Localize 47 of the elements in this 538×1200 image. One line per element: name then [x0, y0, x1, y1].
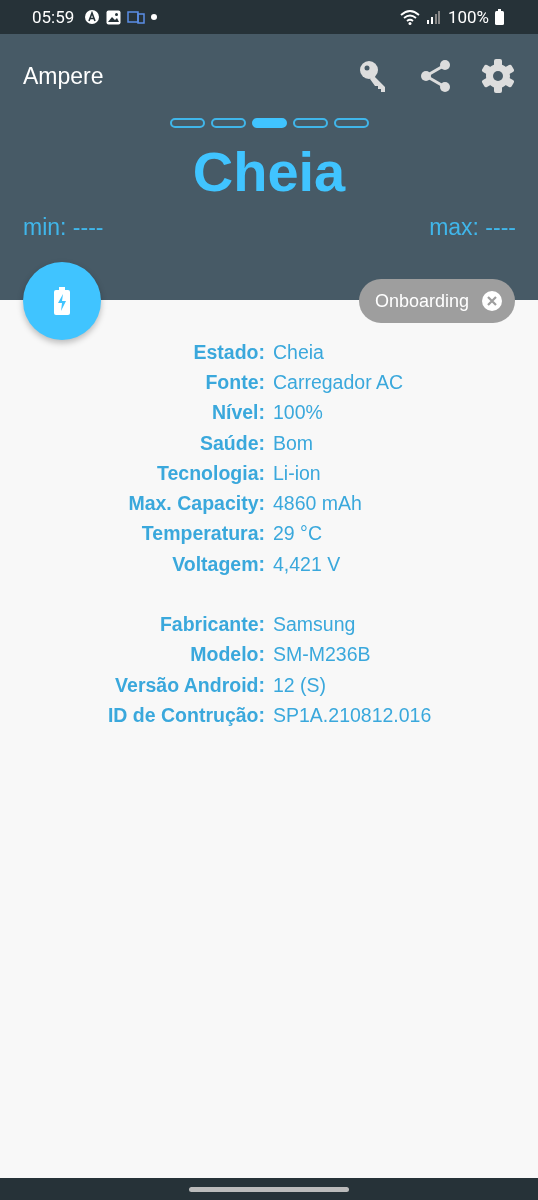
battery-status: Cheia [191, 139, 347, 205]
info-label: Tecnologia: [156, 461, 265, 485]
page-indicator[interactable] [169, 118, 205, 128]
info-label: Versão Android: [114, 673, 265, 697]
dot-icon [151, 14, 158, 20]
notification-icon [84, 9, 101, 25]
info-label: Fonte: [204, 370, 265, 394]
info-label: Max. Capacity: [127, 492, 265, 516]
info-label: Modelo: [189, 643, 265, 667]
status-time: 05:59 [32, 7, 75, 27]
info-label: Saúde: [199, 431, 265, 455]
info-value: Bom [273, 431, 315, 455]
info-value: Cheia [273, 340, 325, 364]
info-value: Carregador AC [273, 370, 405, 394]
info-value: 100% [273, 401, 324, 425]
info-value: 12 (S) [273, 673, 328, 697]
info-value: Li-ion [273, 461, 322, 485]
battery-icon [495, 9, 504, 25]
image-icon [106, 9, 122, 25]
app-title: Ampere [23, 62, 104, 90]
info-value: 4,421 V [273, 552, 342, 576]
info-value: 4860 mAh [273, 492, 363, 516]
home-handle[interactable] [189, 1186, 349, 1192]
onboarding-chip[interactable]: Onboarding [358, 279, 515, 323]
signal-icon [425, 10, 440, 24]
page-indicator[interactable] [210, 118, 246, 128]
close-icon[interactable] [481, 290, 503, 312]
battery-percent: 100% [447, 7, 489, 27]
charging-battery-icon [53, 287, 71, 315]
info-value: 29 °C [273, 522, 323, 546]
wifi-icon [399, 9, 420, 25]
page-indicator[interactable] [251, 118, 287, 128]
info-label: Voltagem: [171, 552, 265, 576]
page-indicator[interactable] [333, 118, 369, 128]
devices-icon [127, 10, 146, 24]
info-value: SP1A.210812.016 [273, 703, 433, 727]
min-reading: min: ---- [23, 214, 104, 241]
info-label: Fabricante: [158, 613, 265, 636]
battery-button[interactable] [23, 262, 101, 340]
max-reading: max: ---- [429, 214, 516, 241]
info-value: SM-M236B [273, 643, 372, 667]
info-label: Nível: [210, 401, 265, 425]
page-indicator[interactable] [292, 118, 328, 128]
info-value: Samsung [273, 613, 357, 636]
info-label: Temperatura: [140, 522, 265, 546]
info-label: Estado: [192, 340, 265, 364]
info-label: ID de Contrução: [106, 703, 265, 727]
